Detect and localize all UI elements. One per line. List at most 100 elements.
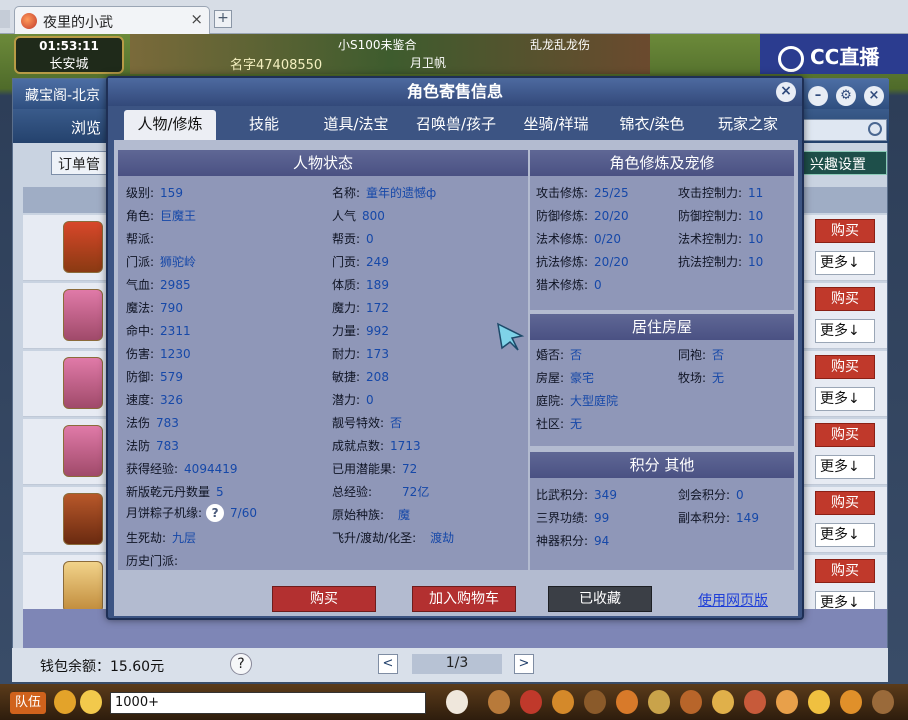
- tab-pets-children[interactable]: 召唤兽/孩子: [408, 110, 504, 140]
- chat-input[interactable]: 1000+: [110, 692, 426, 714]
- cultivation-panel: 角色修炼及宠修 攻击修炼: 25/25 防御修炼: 20/20 法术修炼: 0/20 …: [530, 150, 794, 310]
- buy-button[interactable]: 购买: [815, 287, 875, 311]
- avatar[interactable]: [63, 289, 103, 341]
- stat-label: 新版乾元丹数量: [126, 485, 211, 499]
- stat-label: 法术控制力:: [678, 232, 743, 246]
- add-to-cart-button[interactable]: 加入购物车: [412, 586, 516, 612]
- stat-row: 副本积分: 149: [678, 509, 759, 526]
- stat-value: 5: [216, 485, 224, 499]
- stat-label: 魔法:: [126, 301, 155, 315]
- stat-value: 大型庭院: [570, 394, 619, 408]
- achievement-icon[interactable]: [840, 690, 862, 714]
- tab-player-home[interactable]: 玩家之家: [704, 110, 792, 140]
- gift-icon[interactable]: [520, 690, 542, 714]
- more-button[interactable]: 更多↓: [815, 455, 875, 479]
- more-button[interactable]: 更多↓: [815, 319, 875, 343]
- avatar[interactable]: [63, 425, 103, 477]
- stat-value: 349: [594, 488, 617, 502]
- guild-icon[interactable]: [712, 690, 734, 714]
- microphone-icon[interactable]: [54, 690, 76, 714]
- help-icon[interactable]: ?: [206, 504, 225, 522]
- buy-button[interactable]: 购买: [815, 423, 875, 447]
- stat-row: 角色: 巨魔王: [126, 207, 196, 224]
- stat-label: 抗法修炼:: [536, 255, 589, 269]
- stat-label: 防御:: [126, 370, 155, 384]
- more-button[interactable]: 更多↓: [815, 523, 875, 547]
- search-icon[interactable]: [868, 122, 882, 136]
- skill-icon[interactable]: [552, 690, 574, 714]
- stat-label: 成就点数:: [332, 439, 385, 453]
- new-tab-button[interactable]: +: [214, 10, 232, 28]
- stat-row: 历史门派:: [126, 552, 184, 569]
- stat-value: 7/60: [230, 506, 257, 520]
- stat-label: 月饼粽子机缘:: [126, 506, 203, 520]
- stat-value: 九层: [172, 531, 197, 545]
- stat-value: 2985: [160, 278, 191, 292]
- avatar[interactable]: [63, 357, 103, 409]
- minimize-icon[interactable]: –: [808, 86, 828, 106]
- emoji-icon[interactable]: [80, 690, 102, 714]
- tab-skills[interactable]: 技能: [224, 110, 304, 140]
- buy-button[interactable]: 购买: [272, 586, 376, 612]
- buy-button[interactable]: 购买: [815, 219, 875, 243]
- stat-label: 抗法控制力:: [678, 255, 743, 269]
- dialog-tabs: 人物/修炼 技能 道具/法宝 召唤兽/孩子 坐骑/祥瑞 锦衣/染色 玩家之家: [116, 108, 796, 140]
- nav-browse[interactable]: 浏览: [71, 117, 101, 138]
- task-icon[interactable]: [744, 690, 766, 714]
- stat-row: 攻击控制力: 11: [678, 184, 763, 201]
- friend-icon[interactable]: [616, 690, 638, 714]
- buy-button[interactable]: 购买: [815, 355, 875, 379]
- stat-row: 生死劫: 九层: [126, 529, 196, 546]
- next-page-button[interactable]: >: [514, 654, 534, 674]
- tab-outfits[interactable]: 锦衣/染色: [608, 110, 696, 140]
- avatar[interactable]: [63, 561, 103, 613]
- buy-button[interactable]: 购买: [815, 491, 875, 515]
- shop-icon[interactable]: [776, 690, 798, 714]
- stat-value: 0: [366, 393, 374, 407]
- settings-gear-icon[interactable]: ⚙: [836, 86, 856, 106]
- team-button[interactable]: 队伍: [10, 692, 46, 714]
- use-web-version-link[interactable]: 使用网页版: [698, 590, 768, 610]
- more-button[interactable]: 更多↓: [815, 251, 875, 275]
- buy-button[interactable]: 购买: [815, 559, 875, 583]
- stat-label: 总经验:: [332, 485, 373, 499]
- team-icon[interactable]: [680, 690, 702, 714]
- favorited-button[interactable]: 已收藏: [548, 586, 652, 612]
- browser-tab[interactable]: 夜里的小武 ×: [14, 6, 210, 34]
- tab-mounts[interactable]: 坐骑/祥瑞: [512, 110, 600, 140]
- mail-icon[interactable]: [808, 690, 830, 714]
- tab-character-cultivation[interactable]: 人物/修炼: [124, 110, 216, 140]
- search-input[interactable]: [803, 119, 887, 141]
- system-icon[interactable]: [872, 690, 894, 714]
- stat-label: 耐力:: [332, 347, 361, 361]
- stat-value: 10: [748, 209, 764, 223]
- tab-scroll-left[interactable]: [0, 10, 10, 28]
- stat-value: 579: [160, 370, 183, 384]
- stat-value: 1230: [160, 347, 191, 361]
- book-icon[interactable]: [584, 690, 606, 714]
- stat-label: 靓号特效:: [332, 416, 385, 430]
- pet-icon[interactable]: [446, 690, 468, 714]
- stat-value: 149: [736, 511, 759, 525]
- browser-tab-bar: 夜里的小武 × +: [0, 0, 908, 34]
- close-icon[interactable]: ×: [864, 86, 884, 106]
- stat-label: 比武积分:: [536, 488, 589, 502]
- tab-items-treasures[interactable]: 道具/法宝: [312, 110, 400, 140]
- more-button[interactable]: 更多↓: [815, 387, 875, 411]
- bag-icon[interactable]: [488, 690, 510, 714]
- tab-close-icon[interactable]: ×: [190, 10, 203, 28]
- stat-row: 庭院: 大型庭院: [536, 392, 618, 409]
- dialog-close-icon[interactable]: ×: [776, 82, 796, 102]
- stat-row: 已用潜能果: 72: [332, 460, 417, 477]
- stat-label: 命中:: [126, 324, 155, 338]
- trade-icon[interactable]: [648, 690, 670, 714]
- wallet-balance: 钱包余额：15.60元: [40, 659, 165, 675]
- stat-value: 0: [594, 278, 602, 292]
- stat-row: 比武积分: 349: [536, 486, 617, 503]
- avatar[interactable]: [63, 493, 103, 545]
- interest-settings-button[interactable]: 兴趣设置: [803, 151, 887, 175]
- prev-page-button[interactable]: <: [378, 654, 398, 674]
- stat-label: 气血:: [126, 278, 155, 292]
- help-icon[interactable]: ?: [230, 653, 252, 675]
- avatar[interactable]: [63, 221, 103, 273]
